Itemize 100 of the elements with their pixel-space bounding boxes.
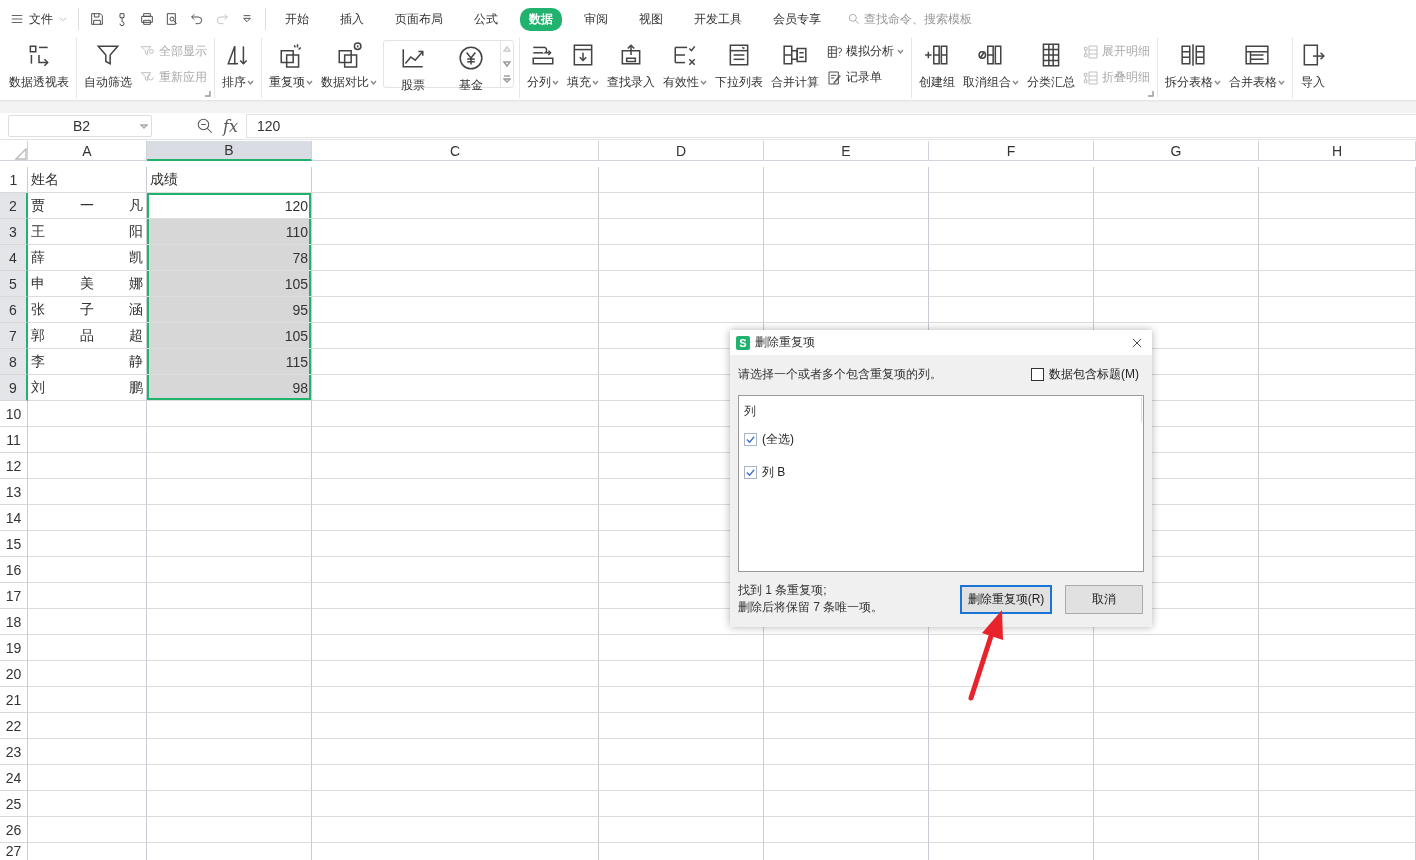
caret-icon [1214, 79, 1221, 86]
caret-icon [370, 79, 377, 86]
ribbon-button[interactable]: 模拟分析 [827, 43, 904, 60]
ribbon-tab[interactable]: 开始 [276, 7, 318, 31]
expand-rows-icon [1083, 43, 1099, 60]
ribbon-tab[interactable]: 审阅 [575, 7, 617, 31]
row-header[interactable]: 16 [0, 557, 28, 583]
checkbox[interactable]: 列 B [744, 464, 786, 481]
row-header[interactable]: 22 [0, 713, 28, 739]
table-cell: 105 [147, 323, 312, 349]
column-header[interactable]: F [929, 141, 1094, 161]
row-header[interactable]: 2 [0, 193, 28, 219]
function-label[interactable]: fx [223, 116, 238, 136]
ribbon-button[interactable]: 自动筛选 [80, 38, 136, 91]
table-cell: 78 [147, 245, 312, 271]
table-question-icon [827, 43, 843, 60]
overlapping-squares-icon [278, 42, 304, 68]
zoom-out-icon[interactable] [196, 117, 214, 135]
row-header[interactable]: 15 [0, 531, 28, 557]
row-header[interactable]: 19 [0, 635, 28, 661]
row-header[interactable]: 8 [0, 349, 28, 375]
dialog-button[interactable]: 取消 [1065, 584, 1143, 614]
ribbon-tab[interactable]: 公式 [465, 7, 507, 31]
form-pen-icon [827, 69, 843, 86]
table-cell: 110 [147, 219, 312, 245]
scroll-down-icon [503, 60, 511, 68]
column-header[interactable]: H [1259, 141, 1416, 161]
ribbon-tab[interactable]: 会员专享 [764, 7, 830, 31]
ribbon-button[interactable]: 合并计算 [767, 38, 823, 91]
ribbon-tab[interactable]: 插入 [331, 7, 373, 31]
ribbon-button[interactable]: 合并表格 [1225, 38, 1289, 91]
ribbon-tab[interactable]: 视图 [630, 7, 672, 31]
print-icon[interactable] [139, 11, 155, 27]
ribbon-button[interactable]: 拆分表格 [1161, 38, 1225, 91]
ribbon-tab[interactable]: 开发工具 [685, 7, 751, 31]
ribbon-button[interactable]: 下拉列表 [711, 38, 767, 91]
row-header[interactable]: 23 [0, 739, 28, 765]
row-header[interactable]: 12 [0, 453, 28, 479]
ribbon-button[interactable]: 分类汇总 [1023, 38, 1079, 91]
row-header[interactable]: 7 [0, 323, 28, 349]
ribbon-button[interactable]: 有效性 [659, 38, 711, 91]
gallery-item[interactable]: 基金 [442, 41, 500, 94]
ribbon-button[interactable]: 排序 [218, 38, 258, 91]
file-menu[interactable]: 文件 [10, 10, 68, 28]
column-header[interactable]: B [147, 141, 312, 161]
column-header[interactable]: A [28, 141, 147, 161]
split-table-icon [1180, 42, 1206, 68]
save-icon[interactable] [89, 11, 105, 27]
row-header[interactable]: 24 [0, 765, 28, 791]
ribbon-button[interactable]: 数据透视表 [5, 38, 73, 91]
row-header[interactable]: 18 [0, 609, 28, 635]
row-header[interactable]: 9 [0, 375, 28, 401]
row-header[interactable]: 10 [0, 401, 28, 427]
column-header[interactable]: D [599, 141, 764, 161]
row-header[interactable]: 26 [0, 817, 28, 843]
row-header[interactable]: 25 [0, 791, 28, 817]
ribbon-button[interactable]: 数据对比 [317, 38, 381, 91]
select-all-icon [15, 148, 27, 160]
caret-icon [1278, 79, 1285, 86]
overlapping-squares-icon [336, 42, 362, 68]
row-header[interactable]: 20 [0, 661, 28, 687]
row-header[interactable]: 11 [0, 427, 28, 453]
summary-text: 删除后将保留 7 条唯一项。 [738, 600, 885, 615]
column-header[interactable]: C [312, 141, 599, 161]
row-header[interactable]: 4 [0, 245, 28, 271]
print-preview-icon[interactable] [164, 11, 180, 27]
caret-icon [552, 79, 559, 86]
check-icon [745, 467, 756, 478]
column-header[interactable]: E [764, 141, 929, 161]
ribbon-button[interactable]: 创建组 [915, 38, 959, 91]
ribbon-button[interactable]: 查找录入 [603, 38, 659, 91]
ribbon-button[interactable]: 重复项 [265, 38, 317, 91]
ribbon-button[interactable]: 分列 [523, 38, 563, 91]
row-header[interactable]: 17 [0, 583, 28, 609]
dialog-button[interactable]: 删除重复项(R) [960, 584, 1052, 614]
ribbon-button[interactable]: 记录单 [827, 69, 904, 86]
ribbon-button[interactable]: 填充 [563, 38, 603, 91]
ribbon-button[interactable]: 取消组合 [959, 38, 1023, 91]
row-header[interactable]: 3 [0, 219, 28, 245]
table-cell: 120 [147, 193, 312, 219]
name-box[interactable]: B2 [8, 115, 152, 137]
ribbon-button[interactable]: 导入 [1296, 38, 1330, 91]
table-cell: 98 [147, 375, 312, 401]
undo-icon[interactable] [189, 11, 205, 27]
gallery-item[interactable]: 股票 [384, 41, 442, 94]
row-header[interactable]: 5 [0, 271, 28, 297]
row-header[interactable]: 21 [0, 687, 28, 713]
row-header[interactable]: 27 [0, 843, 28, 860]
checkbox[interactable]: 数据包含标题(M) [1031, 366, 1139, 383]
checkbox[interactable]: (全选) [744, 431, 794, 448]
column-header[interactable]: G [1094, 141, 1259, 161]
table-cell: 105 [147, 271, 312, 297]
row-header[interactable]: 6 [0, 297, 28, 323]
formula-field[interactable]: 120 [245, 114, 1416, 138]
caret-icon [897, 48, 904, 55]
row-header[interactable]: 13 [0, 479, 28, 505]
caret-icon [592, 79, 599, 86]
ribbon-tab[interactable]: 页面布局 [386, 7, 452, 31]
row-header[interactable]: 14 [0, 505, 28, 531]
table-cell: 姓名 [28, 167, 147, 193]
